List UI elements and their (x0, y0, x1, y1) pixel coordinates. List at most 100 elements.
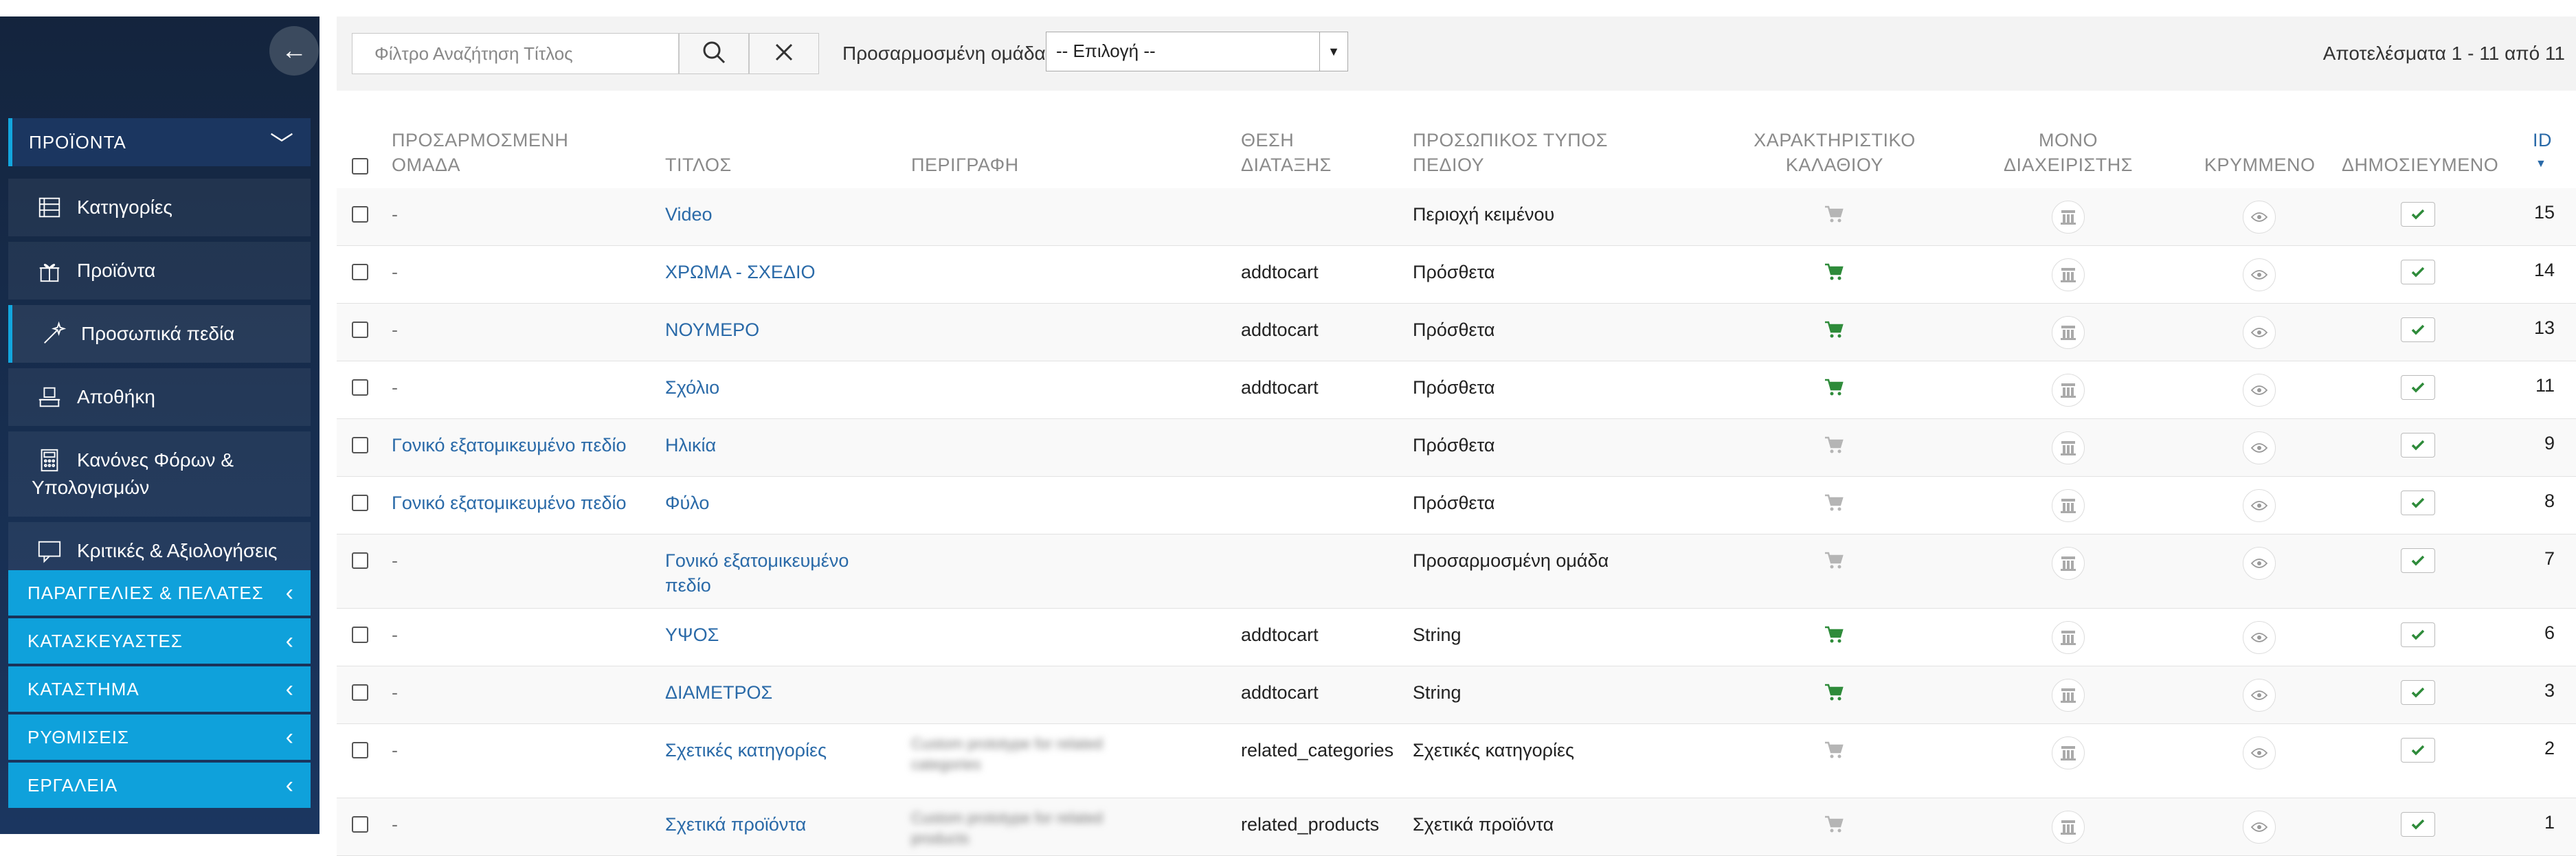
row-title-link[interactable]: ΝΟΥΜΕΡΟ (665, 317, 871, 342)
cart-icon[interactable] (1824, 378, 1844, 401)
warehouse-icon (36, 383, 63, 411)
published-toggle[interactable] (2401, 260, 2435, 284)
eye-icon[interactable] (2243, 431, 2276, 464)
eye-icon[interactable] (2243, 621, 2276, 654)
admin-only-toggle[interactable] (2052, 374, 2085, 407)
row-checkbox[interactable] (352, 552, 368, 569)
sidebar-category-store[interactable]: ΚΑΤΑΣΤΗΜΑ ‹ (8, 666, 311, 712)
eye-icon[interactable] (2243, 316, 2276, 349)
published-toggle[interactable] (2401, 622, 2435, 647)
admin-only-toggle[interactable] (2052, 489, 2085, 522)
cart-icon[interactable] (1824, 551, 1844, 574)
row-group[interactable]: Γονικό εξατομικευμένο πεδίο (392, 433, 627, 458)
sidebar-category-manufacturers[interactable]: ΚΑΤΑΣΚΕΥΑΣΤΕΣ ‹ (8, 618, 311, 664)
admin-only-toggle[interactable] (2052, 431, 2085, 464)
row-title-link[interactable]: ΧΡΩΜΑ - ΣΧΕΔΙΟ (665, 260, 871, 284)
eye-icon[interactable] (2243, 679, 2276, 712)
published-toggle[interactable] (2401, 375, 2435, 400)
row-checkbox[interactable] (352, 206, 368, 223)
eye-icon[interactable] (2243, 811, 2276, 844)
row-title-link[interactable]: Γονικό εξατομικευμένο πεδίο (665, 548, 871, 598)
sidebar-item-products[interactable]: Προϊόντα (8, 242, 311, 300)
eye-icon[interactable] (2243, 374, 2276, 407)
sidebar-item-warehouse[interactable]: Αποθήκη (8, 368, 311, 426)
column-header-cart[interactable]: ΧΑΡΑΚΤΗΡΙΣΤΙΚΟ ΚΑΛΑΘΙΟΥ (1745, 128, 1924, 177)
select-all-checkbox[interactable] (352, 158, 368, 174)
cart-icon[interactable] (1824, 625, 1844, 648)
collapse-sidebar-button[interactable]: ← (269, 26, 319, 76)
admin-only-toggle[interactable] (2052, 547, 2085, 580)
row-title-link[interactable]: Σχόλιο (665, 375, 871, 400)
row-checkbox[interactable] (352, 742, 368, 758)
column-header-type[interactable]: ΠΡΟΣΩΠΙΚΟΣ ΤΥΠΟΣ ΠΕΔΙΟΥ (1413, 128, 1639, 177)
sidebar-item-custom-fields[interactable]: Προσωπικά πεδία (8, 305, 311, 363)
eye-icon[interactable] (2243, 489, 2276, 522)
column-header-position[interactable]: ΘΕΣΗ ΔΙΑΤΑΞΗΣ (1241, 128, 1344, 177)
row-checkbox[interactable] (352, 627, 368, 643)
sidebar-category-tools[interactable]: ΕΡΓΑΛΕΙΑ ‹ (8, 763, 311, 808)
published-toggle[interactable] (2401, 548, 2435, 573)
published-toggle[interactable] (2401, 491, 2435, 515)
row-title-link[interactable]: ΔΙΑΜΕΤΡΟΣ (665, 680, 871, 705)
sidebar-header-products[interactable]: ΠΡΟΪΟΝΤΑ ﹀ (8, 118, 311, 166)
clear-button[interactable] (749, 33, 819, 74)
admin-only-toggle[interactable] (2052, 736, 2085, 769)
search-input[interactable] (352, 33, 679, 74)
row-checkbox[interactable] (352, 437, 368, 453)
row-title-link[interactable]: Φύλο (665, 491, 871, 515)
row-title-link[interactable]: Ηλικία (665, 433, 871, 458)
row-title-link[interactable]: Σχετικά προϊόντα (665, 812, 871, 837)
cart-icon[interactable] (1824, 683, 1844, 706)
sidebar-item-categories[interactable]: Κατηγορίες (8, 179, 311, 236)
column-header-group[interactable]: ΠΡΟΣΑΡΜΟΣΜΕΝΗ ΟΜΑΔΑ (392, 128, 598, 177)
column-header-hidden[interactable]: ΚΡΥΜΜΕΝΟ (2204, 153, 2316, 177)
gift-icon (36, 257, 63, 284)
admin-only-toggle[interactable] (2052, 201, 2085, 234)
eye-icon[interactable] (2243, 736, 2276, 769)
cart-icon[interactable] (1824, 205, 1844, 227)
published-toggle[interactable] (2401, 433, 2435, 458)
published-toggle[interactable] (2401, 812, 2435, 837)
column-header-admin-only[interactable]: ΜΟΝΟ ΔΙΑΧΕΙΡΙΣΤΗΣ (2000, 128, 2137, 177)
published-toggle[interactable] (2401, 202, 2435, 227)
row-checkbox[interactable] (352, 684, 368, 701)
eye-icon[interactable] (2243, 258, 2276, 291)
sidebar-item-tax-rules[interactable]: Κανόνες Φόρων & Υπολογισμών (8, 431, 311, 517)
sidebar-category-settings[interactable]: ΡΥΘΜΙΣΕΙΣ ‹ (8, 714, 311, 760)
search-button[interactable] (679, 33, 749, 74)
admin-only-toggle[interactable] (2052, 621, 2085, 654)
row-checkbox[interactable] (352, 495, 368, 511)
row-title-link[interactable]: ΥΨΟΣ (665, 622, 871, 647)
cart-icon[interactable] (1824, 320, 1844, 343)
row-checkbox[interactable] (352, 816, 368, 833)
eye-icon[interactable] (2243, 201, 2276, 234)
row-title-link[interactable]: Video (665, 202, 871, 227)
eye-icon[interactable] (2243, 547, 2276, 580)
sidebar-category-orders[interactable]: ΠΑΡΑΓΓΕΛΙΕΣ & ΠΕΛΑΤΕΣ ‹ (8, 570, 311, 616)
column-header-id[interactable]: ID (2533, 128, 2552, 153)
published-toggle[interactable] (2401, 317, 2435, 342)
cart-icon[interactable] (1824, 741, 1844, 763)
row-description: Custom prototype for related categories (911, 735, 1103, 773)
group-filter-select[interactable]: -- Επιλογή -- ▼ (1046, 32, 1348, 71)
cart-icon[interactable] (1824, 493, 1844, 516)
admin-only-toggle[interactable] (2052, 679, 2085, 712)
chevron-left-icon: ‹ (285, 627, 294, 654)
column-header-published[interactable]: ΔΗΜΟΣΙΕΥΜΕΝΟ (2342, 153, 2498, 177)
published-toggle[interactable] (2401, 738, 2435, 763)
row-checkbox[interactable] (352, 379, 368, 396)
cart-icon[interactable] (1824, 436, 1844, 458)
published-toggle[interactable] (2401, 680, 2435, 705)
row-description: Custom prototype for related products (911, 809, 1103, 847)
admin-only-toggle[interactable] (2052, 258, 2085, 291)
cart-icon[interactable] (1824, 815, 1844, 837)
admin-only-toggle[interactable] (2052, 316, 2085, 349)
row-group[interactable]: Γονικό εξατομικευμένο πεδίο (392, 491, 627, 515)
column-header-description[interactable]: ΠΕΡΙΓΡΑΦΗ (911, 153, 1019, 177)
row-title-link[interactable]: Σχετικές κατηγορίες (665, 738, 871, 763)
row-checkbox[interactable] (352, 264, 368, 280)
row-checkbox[interactable] (352, 322, 368, 338)
admin-only-toggle[interactable] (2052, 811, 2085, 844)
cart-icon[interactable] (1824, 262, 1844, 285)
column-header-title[interactable]: ΤΙΤΛΟΣ (665, 153, 732, 177)
